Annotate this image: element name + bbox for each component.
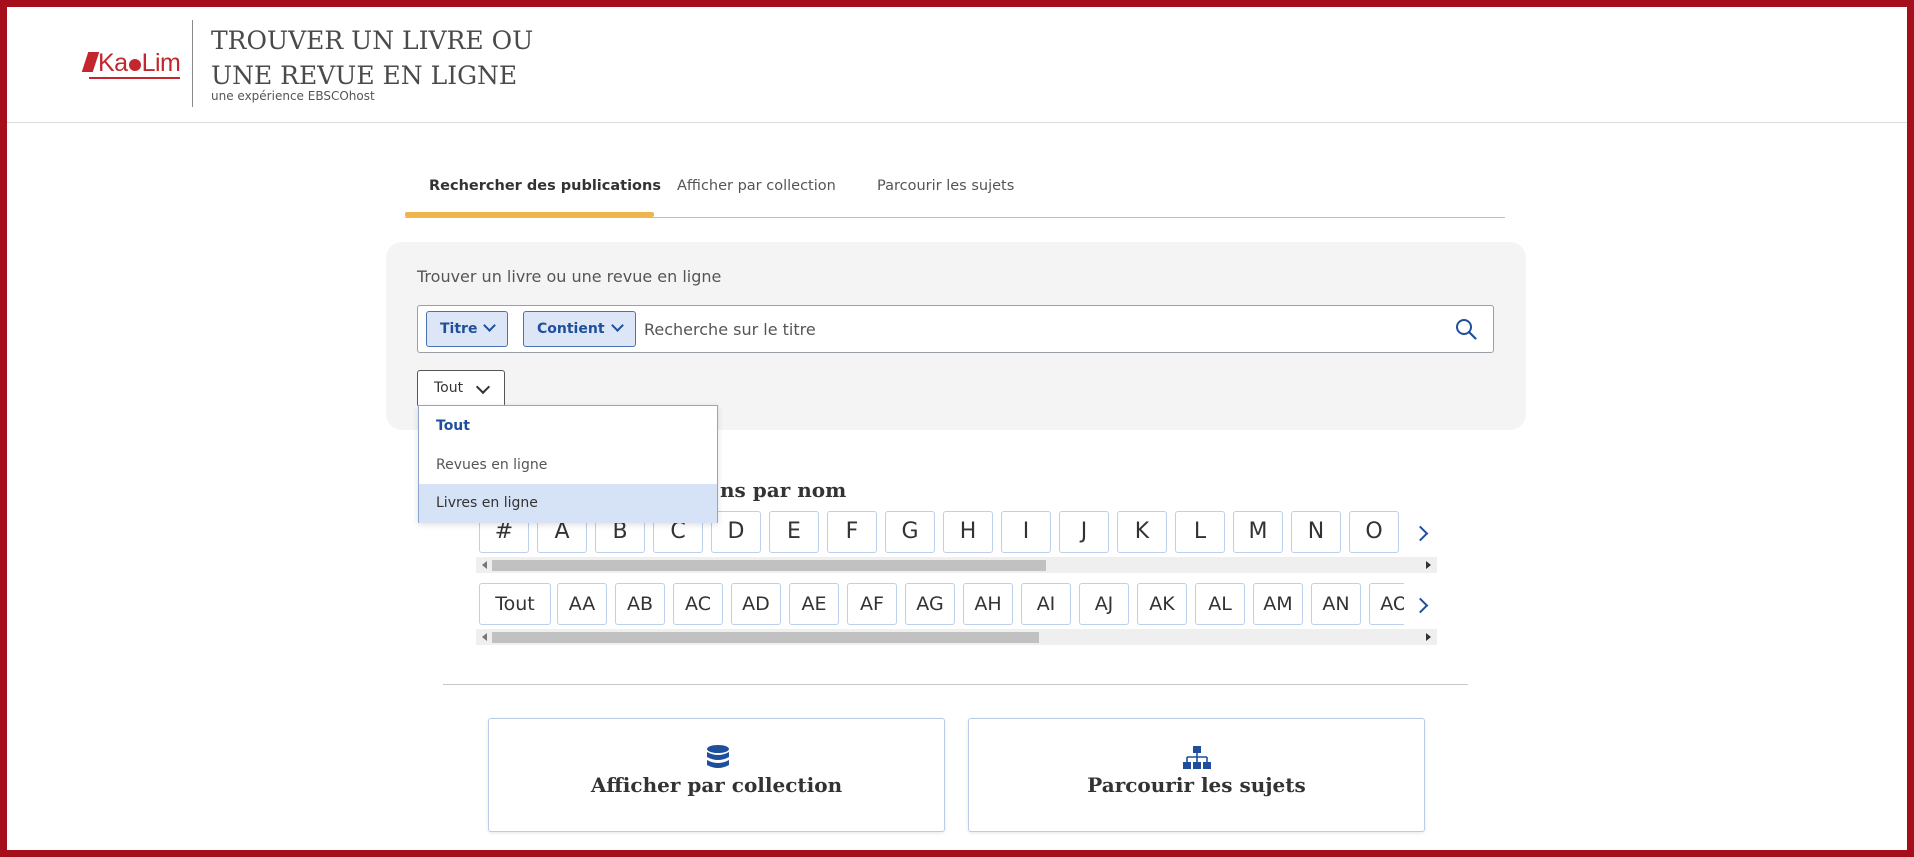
- chevron-down-icon: [483, 319, 497, 332]
- active-tab-indicator: [405, 212, 654, 217]
- letter-button[interactable]: E: [769, 511, 819, 553]
- tab-search-publications[interactable]: Rechercher des publications: [429, 178, 661, 194]
- letter-button[interactable]: H: [943, 511, 993, 553]
- letter-button[interactable]: L: [1175, 511, 1225, 553]
- letter-button[interactable]: I: [1001, 511, 1051, 553]
- type-filter-dropdown: Tout Revues en ligne Livres en ligne: [418, 405, 718, 523]
- type-filter-value: Tout: [434, 380, 464, 396]
- scroll-left-icon[interactable]: [482, 561, 487, 569]
- chevron-down-icon: [475, 379, 491, 395]
- letter-pair-row: Tout AA AB AC AD AE AF AG AH AI AJ AK AL…: [479, 583, 1404, 627]
- scroll-left-icon[interactable]: [482, 633, 487, 641]
- letter-button[interactable]: G: [885, 511, 935, 553]
- pair-button[interactable]: AJ: [1079, 583, 1129, 625]
- page-subtitle: une expérience EBSCOhost: [211, 89, 375, 103]
- letters-scroll-thumb[interactable]: [492, 560, 1046, 571]
- tab-collection[interactable]: Afficher par collection: [677, 178, 836, 194]
- collection-card-label: Afficher par collection: [590, 773, 843, 797]
- scroll-right-icon[interactable]: [1426, 561, 1431, 569]
- search-input[interactable]: [644, 312, 1424, 346]
- header-divider: [192, 20, 193, 107]
- pair-button[interactable]: AO: [1369, 583, 1404, 625]
- section-divider: [443, 684, 1468, 685]
- pair-button[interactable]: AI: [1021, 583, 1071, 625]
- letter-button[interactable]: M: [1233, 511, 1283, 553]
- page-title: TROUVER UN LIVRE OU UNE REVUE EN LIGNE: [211, 23, 533, 93]
- field-select-button[interactable]: Titre: [426, 311, 509, 347]
- subjects-card-label: Parcourir les sujets: [1087, 773, 1306, 797]
- tab-subjects[interactable]: Parcourir les sujets: [877, 178, 1014, 194]
- search-panel: Trouver un livre ou une revue en ligne T…: [386, 242, 1526, 430]
- pair-button[interactable]: AM: [1253, 583, 1303, 625]
- pair-button[interactable]: AC: [673, 583, 723, 625]
- browse-title: ns par nom: [720, 478, 847, 502]
- pair-button-all[interactable]: Tout: [479, 583, 551, 625]
- dropdown-option-tout[interactable]: Tout: [419, 407, 717, 446]
- pair-button[interactable]: AB: [615, 583, 665, 625]
- pair-button[interactable]: AF: [847, 583, 897, 625]
- operator-select-label: Contient: [537, 321, 605, 337]
- logo-mark-icon: [81, 52, 100, 72]
- subjects-card[interactable]: Parcourir les sujets: [968, 718, 1425, 832]
- dropdown-option-livres[interactable]: Livres en ligne: [419, 484, 717, 523]
- logo-dot-icon: [128, 59, 141, 71]
- operator-select-button[interactable]: Contient: [523, 311, 636, 347]
- kaolim-logo[interactable]: Ka Lim: [81, 49, 181, 79]
- letters-next-arrow-icon[interactable]: [1411, 511, 1433, 555]
- pair-button[interactable]: AL: [1195, 583, 1245, 625]
- page-title-line1: TROUVER UN LIVRE OU: [211, 26, 534, 55]
- letter-button[interactable]: O: [1349, 511, 1399, 553]
- pair-button[interactable]: AE: [789, 583, 839, 625]
- scroll-right-icon[interactable]: [1426, 633, 1431, 641]
- pairs-next-arrow-icon[interactable]: [1411, 583, 1433, 627]
- sitemap-icon: [1183, 746, 1211, 769]
- search-label: Trouver un livre ou une revue en ligne: [417, 267, 722, 286]
- database-icon: [707, 745, 729, 768]
- chevron-down-icon: [610, 319, 624, 332]
- site-header: Ka Lim TROUVER UN LIVRE OU UNE REVUE EN L…: [7, 7, 1907, 123]
- pair-button[interactable]: AG: [905, 583, 955, 625]
- type-filter-select[interactable]: Tout: [417, 370, 505, 407]
- pair-button[interactable]: AK: [1137, 583, 1187, 625]
- letters-scrollbar[interactable]: [476, 557, 1437, 573]
- search-icon[interactable]: [1455, 318, 1477, 340]
- letter-button[interactable]: D: [711, 511, 761, 553]
- pair-button[interactable]: AH: [963, 583, 1013, 625]
- dropdown-option-revues[interactable]: Revues en ligne: [419, 446, 717, 485]
- page-title-line2: UNE REVUE EN LIGNE: [211, 61, 518, 90]
- pairs-scrollbar[interactable]: [476, 629, 1437, 645]
- letter-button[interactable]: N: [1291, 511, 1341, 553]
- field-select-label: Titre: [440, 321, 478, 337]
- pair-button[interactable]: AN: [1311, 583, 1361, 625]
- letter-button[interactable]: K: [1117, 511, 1167, 553]
- search-box: Titre Contient: [417, 305, 1494, 353]
- letter-button[interactable]: F: [827, 511, 877, 553]
- collection-card[interactable]: Afficher par collection: [488, 718, 945, 832]
- tab-bar: Rechercher des publications Afficher par…: [405, 162, 1505, 218]
- letter-button[interactable]: J: [1059, 511, 1109, 553]
- pair-button[interactable]: AA: [557, 583, 607, 625]
- pairs-scroll-thumb[interactable]: [492, 632, 1039, 643]
- pair-button[interactable]: AD: [731, 583, 781, 625]
